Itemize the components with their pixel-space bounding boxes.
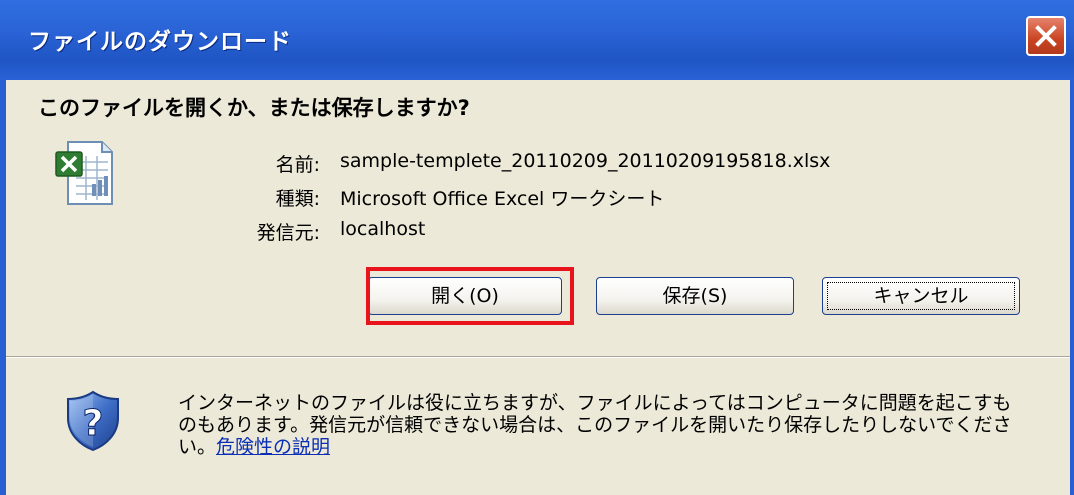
source-value: localhost [340, 218, 426, 240]
save-button-label: 保存(S) [662, 285, 728, 307]
window-title: ファイルのダウンロード [28, 29, 292, 55]
dialog-question: このファイルを開くか、または保存しますか? [38, 96, 470, 120]
window-frame-right [1070, 80, 1074, 495]
shield-question-icon: ? [67, 390, 119, 452]
cancel-button-label: キャンセル [873, 285, 969, 307]
svg-text:?: ? [83, 403, 104, 444]
open-button-highlight [366, 267, 574, 325]
source-label: 発信元: [256, 222, 320, 244]
cancel-button[interactable]: キャンセル [822, 277, 1020, 315]
close-button[interactable] [1026, 16, 1066, 56]
save-button[interactable]: 保存(S) [596, 277, 794, 315]
separator-highlight [6, 357, 1070, 358]
file-type-label: 種類: [275, 188, 320, 210]
title-bar: ファイルのダウンロード [0, 0, 1074, 80]
risk-explanation-link[interactable]: 危険性の説明 [216, 436, 330, 458]
file-name-label: 名前: [275, 154, 320, 176]
file-name-value: sample-templete_20110209_20110209195818.… [340, 150, 831, 172]
warning-message: インターネットのファイルは役に立ちますが、ファイルによってはコンピュータに問題を… [178, 392, 1028, 458]
excel-file-icon [55, 141, 113, 205]
file-type-value: Microsoft Office Excel ワークシート [340, 188, 665, 210]
close-icon [1035, 25, 1057, 47]
dialog-body: このファイルを開くか、または保存しますか? 名前: sample-templet… [6, 80, 1070, 495]
